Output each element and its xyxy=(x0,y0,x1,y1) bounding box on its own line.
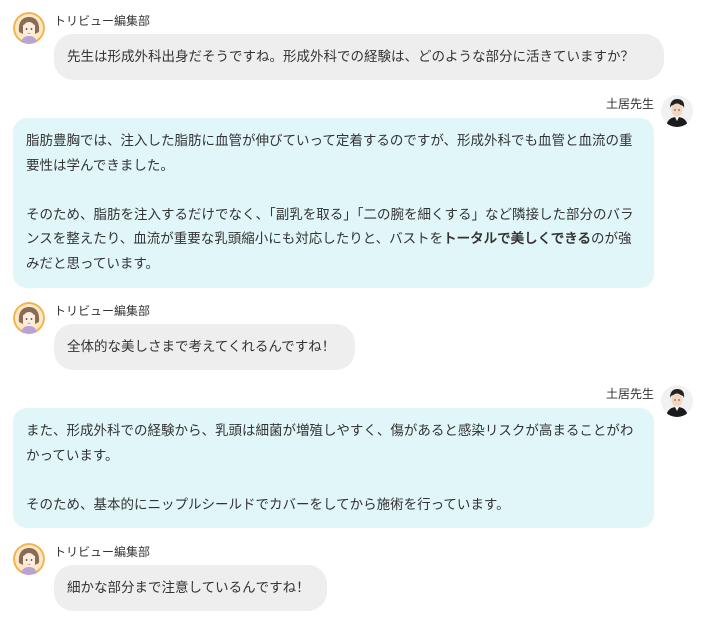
message-paragraph: そのため、脂肪を注入するだけでなく、「副乳を取る」「二の腕を細くする」など隣接し… xyxy=(26,203,641,277)
message-text: 全体的な美しさまで考えてくれるんですね！ xyxy=(67,339,336,355)
message-paragraph: 脂肪豊胸では、注入した脂肪に血管が伸びていって定着するのですが、形成外科でも血管… xyxy=(26,129,641,178)
speaker-name: トリビュー編集部 xyxy=(54,14,151,28)
editor-message-bubble: 先生は形成外科出身だそうですね。形成外科での経験は、どのような部分に活きています… xyxy=(54,34,664,80)
doctor-message-bubble: また、形成外科での経験から、乳頭は細菌が増殖しやすく、傷があると感染リスクが高ま… xyxy=(13,408,654,528)
editor-message-bubble: 全体的な美しさまで考えてくれるんですね！ xyxy=(54,324,355,370)
doctor-avatar-icon xyxy=(661,385,693,417)
woman-avatar-icon xyxy=(13,12,45,44)
message-paragraph: 細かな部分まで注意しているんですね！ xyxy=(67,576,314,601)
message-paragraph: また、形成外科での経験から、乳頭は細菌が増殖しやすく、傷があると感染リスクが高ま… xyxy=(26,419,641,468)
message-text: 先生は形成外科出身だそうですね。形成外科での経験は、どのような部分に活きています… xyxy=(67,49,634,65)
message-text: そのため、基本的にニップルシールドでカバーをしてから施術を行っています。 xyxy=(26,496,510,513)
woman-avatar-icon xyxy=(13,302,45,334)
emphasized-text: トータルで美しくできる xyxy=(443,231,591,247)
speaker-name: トリビュー編集部 xyxy=(54,545,151,559)
speaker-name: 土居先生 xyxy=(605,387,654,401)
doctor-message-bubble: 脂肪豊胸では、注入した脂肪に血管が伸びていって定着するのですが、形成外科でも血管… xyxy=(13,118,654,288)
message-paragraph: そのため、基本的にニップルシールドでカバーをしてから施術を行っています。 xyxy=(26,493,641,518)
speaker-name: 土居先生 xyxy=(605,97,654,111)
message-text: また、形成外科での経験から、乳頭は細菌が増殖しやすく、傷があると感染リスクが高ま… xyxy=(26,423,634,464)
message-paragraph: 先生は形成外科出身だそうですね。形成外科での経験は、どのような部分に活きています… xyxy=(67,45,651,70)
speaker-name: トリビュー編集部 xyxy=(54,304,151,318)
message-text: 細かな部分まで注意しているんですね！ xyxy=(67,580,310,596)
doctor-avatar-icon xyxy=(661,95,693,127)
woman-avatar-icon xyxy=(13,543,45,575)
message-text: 脂肪豊胸では、注入した脂肪に血管が伸びていって定着するのですが、形成外科でも血管… xyxy=(26,133,633,174)
editor-message-bubble: 細かな部分まで注意しているんですね！ xyxy=(54,565,327,611)
message-paragraph: 全体的な美しさまで考えてくれるんですね！ xyxy=(67,335,342,360)
